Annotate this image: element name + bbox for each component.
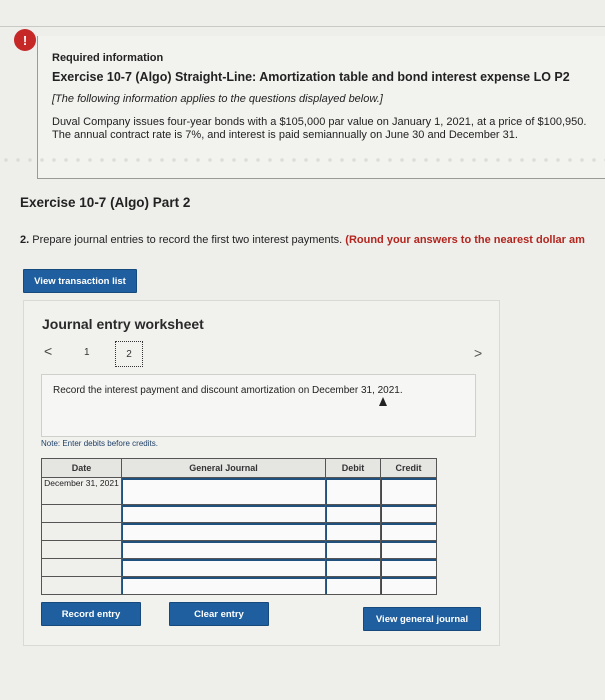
view-transaction-list-button[interactable]: View transaction list	[23, 269, 137, 293]
table-row	[41, 558, 437, 577]
previous-arrow-icon[interactable]: <	[44, 343, 52, 359]
top-divider	[0, 26, 605, 27]
credit-input[interactable]	[380, 558, 437, 577]
debit-field[interactable]	[326, 559, 380, 576]
account-field[interactable]	[122, 478, 325, 504]
transaction-description: Record the interest payment and discount…	[53, 385, 403, 396]
table-row	[41, 540, 437, 559]
mouse-cursor-icon	[379, 397, 387, 406]
dotted-divider	[0, 157, 605, 163]
debit-field[interactable]	[326, 541, 380, 558]
table-row	[41, 522, 437, 541]
date-column-header: Date	[41, 458, 122, 478]
part-title: Exercise 10-7 (Algo) Part 2	[20, 195, 191, 210]
debit-field[interactable]	[326, 505, 380, 522]
credit-field[interactable]	[381, 577, 436, 594]
journal-header-row: Date General Journal Debit Credit	[41, 458, 437, 478]
table-row	[41, 504, 437, 523]
rounding-instruction: (Round your answers to the nearest dolla…	[345, 234, 585, 246]
account-field[interactable]	[122, 577, 325, 594]
account-input[interactable]	[121, 540, 326, 559]
credit-field[interactable]	[381, 559, 436, 576]
debit-input[interactable]	[325, 540, 381, 559]
question-number: 2.	[20, 234, 30, 246]
view-general-journal-button[interactable]: View general journal	[363, 607, 481, 631]
account-field[interactable]	[122, 559, 325, 576]
debit-field[interactable]	[326, 577, 380, 594]
info-note: [The following information applies to th…	[52, 93, 383, 105]
credit-input[interactable]	[380, 576, 437, 595]
date-cell	[41, 576, 122, 595]
account-input[interactable]	[121, 576, 326, 595]
credit-field[interactable]	[381, 478, 436, 504]
exercise-title: Exercise 10-7 (Algo) Straight-Line: Amor…	[52, 70, 570, 84]
table-row	[41, 576, 437, 595]
credit-input[interactable]	[380, 522, 437, 541]
alert-icon: !	[14, 29, 36, 51]
credit-input[interactable]	[380, 504, 437, 523]
clear-entry-button[interactable]: Clear entry	[169, 602, 269, 626]
problem-description: Duval Company issues four-year bonds wit…	[52, 116, 587, 141]
account-input[interactable]	[121, 504, 326, 523]
account-field[interactable]	[122, 523, 325, 540]
table-row: December 31, 2021	[41, 477, 437, 505]
credit-field[interactable]	[381, 505, 436, 522]
debit-input[interactable]	[325, 576, 381, 595]
page-tab-2[interactable]: 2	[115, 341, 143, 367]
next-arrow-icon[interactable]: >	[474, 345, 482, 361]
record-entry-button[interactable]: Record entry	[41, 602, 141, 626]
account-input[interactable]	[121, 477, 326, 505]
credit-column-header: Credit	[380, 458, 437, 478]
transaction-description-box: Record the interest payment and discount…	[41, 374, 476, 437]
date-cell	[41, 540, 122, 559]
debit-input[interactable]	[325, 522, 381, 541]
debit-input[interactable]	[325, 558, 381, 577]
required-information-label: Required information	[52, 52, 164, 64]
credit-input[interactable]	[380, 540, 437, 559]
debit-input[interactable]	[325, 477, 381, 505]
credit-field[interactable]	[381, 541, 436, 558]
date-cell	[41, 504, 122, 523]
journal-table: Date General Journal Debit Credit Decemb…	[41, 458, 437, 595]
date-cell: December 31, 2021	[41, 477, 122, 505]
debit-column-header: Debit	[325, 458, 381, 478]
date-cell	[41, 558, 122, 577]
account-input[interactable]	[121, 558, 326, 577]
journal-entry-worksheet: Journal entry worksheet < 1 2 > Record t…	[23, 300, 500, 646]
account-field[interactable]	[122, 505, 325, 522]
debit-field[interactable]	[326, 478, 380, 504]
entry-note: Note: Enter debits before credits.	[41, 439, 158, 448]
general-journal-column-header: General Journal	[121, 458, 326, 478]
debit-field[interactable]	[326, 523, 380, 540]
credit-input[interactable]	[380, 477, 437, 505]
date-cell	[41, 522, 122, 541]
question-body: Prepare journal entries to record the fi…	[29, 234, 346, 246]
question-text: 2. Prepare journal entries to record the…	[20, 234, 585, 246]
worksheet-title: Journal entry worksheet	[42, 316, 204, 332]
account-field[interactable]	[122, 541, 325, 558]
page-tab-1[interactable]: 1	[84, 347, 90, 358]
credit-field[interactable]	[381, 523, 436, 540]
debit-input[interactable]	[325, 504, 381, 523]
account-input[interactable]	[121, 522, 326, 541]
